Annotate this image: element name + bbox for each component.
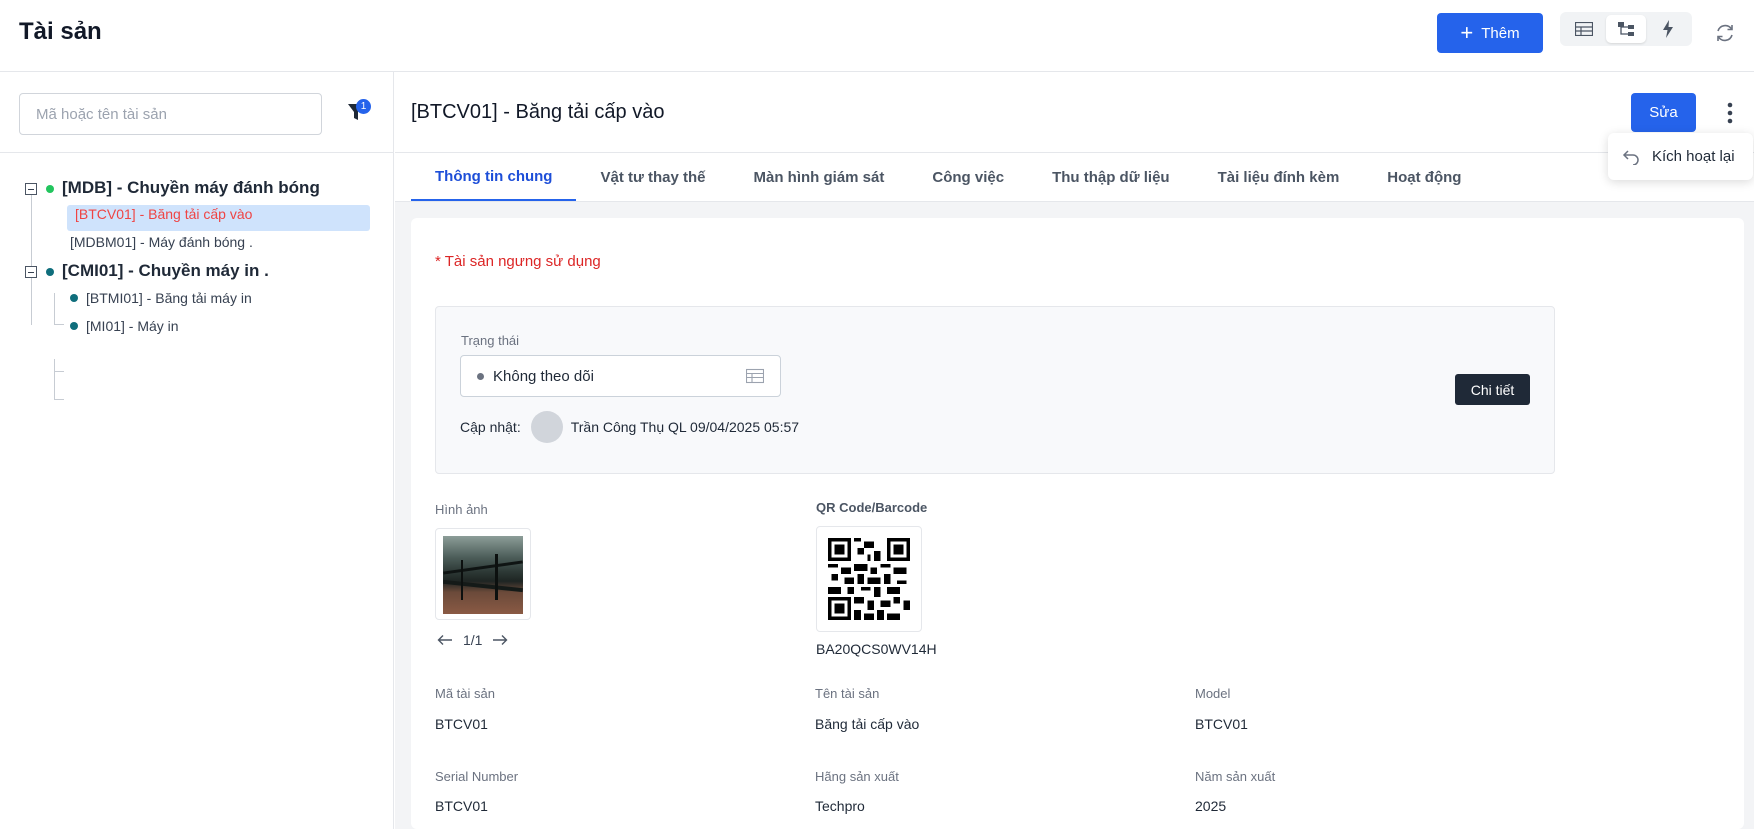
tree-line	[54, 324, 64, 325]
pager-text: 1/1	[463, 632, 483, 648]
status-panel: Trạng thái Không theo dõi Cập nhật: Trần…	[435, 306, 1555, 474]
more-vertical-icon[interactable]	[1727, 102, 1733, 124]
tree-node-mdb[interactable]: [MDB] - Chuyền máy đánh bóng	[62, 178, 320, 198]
search-input[interactable]	[36, 105, 305, 123]
tab-spare-parts[interactable]: Vật tư thay thế	[576, 154, 729, 201]
search-box	[19, 93, 322, 135]
field-label-asset-name: Tên tài sản	[815, 686, 880, 701]
tree-node-mdbm01[interactable]: [MDBM01] - Máy đánh bóng .	[70, 234, 253, 250]
arrow-left-icon[interactable]	[437, 634, 453, 646]
tab-monitoring[interactable]: Màn hình giám sát	[730, 154, 909, 201]
field-value-serial: BTCV01	[435, 798, 488, 814]
tree-line	[54, 293, 55, 325]
tab-data-collection[interactable]: Thu thập dữ liệu	[1028, 154, 1194, 201]
table-icon	[1575, 22, 1593, 36]
tab-attachments[interactable]: Tài liệu đính kèm	[1194, 154, 1364, 201]
table-icon	[746, 368, 764, 384]
status-dot	[477, 372, 484, 380]
status-dot	[70, 322, 78, 330]
status-label: Trạng thái	[461, 333, 520, 348]
asset-title: [BTCV01] - Băng tải cấp vào	[411, 101, 665, 123]
refresh-icon[interactable]	[1714, 22, 1736, 44]
reactivate-menu-item[interactable]: Kích hoạt lại	[1652, 148, 1735, 165]
plus-icon: +	[1460, 20, 1474, 45]
divider	[0, 152, 394, 153]
field-value-manufacturer: Techpro	[815, 798, 865, 814]
field-value-year: 2025	[1195, 798, 1227, 814]
tree-line	[31, 183, 32, 325]
updated-value: Trần Công Thụ QL 09/04/2025 05:57	[570, 419, 800, 435]
view-mode-switcher	[1560, 12, 1692, 46]
field-label-year: Năm sản xuất	[1195, 769, 1276, 784]
tree-view-button[interactable]	[1606, 15, 1646, 43]
status-dot	[46, 268, 54, 276]
tab-work[interactable]: Công việc	[908, 154, 1028, 201]
status-detail-button[interactable]: Chi tiết	[1455, 374, 1530, 405]
table-view-button[interactable]	[1564, 15, 1604, 43]
edit-button[interactable]: Sửa	[1631, 93, 1696, 132]
qr-label: QR Code/Barcode	[816, 500, 928, 515]
tree-line	[54, 359, 55, 399]
page-title: Tài sản	[19, 18, 102, 45]
updated-label: Cập nhật:	[460, 419, 521, 435]
detail-header: [BTCV01] - Băng tải cấp vào Sửa	[395, 72, 1754, 153]
status-dot	[70, 294, 78, 302]
tree-collapse-toggle[interactable]	[25, 266, 37, 278]
tree-collapse-toggle[interactable]	[25, 183, 37, 195]
qr-code-icon	[828, 538, 910, 620]
tree-icon	[1618, 22, 1634, 36]
undo-icon	[1622, 149, 1639, 165]
field-label-manufacturer: Hãng sản xuất	[815, 769, 899, 784]
image-label: Hình ảnh	[435, 502, 488, 517]
quick-view-button[interactable]	[1648, 15, 1688, 43]
add-button[interactable]: + Thêm	[1437, 13, 1543, 53]
tree-line	[54, 399, 64, 400]
asset-photo	[443, 536, 523, 614]
inactive-warning: * Tài sản ngưng sử dụng	[435, 253, 601, 270]
field-value-asset-name: Băng tải cấp vào	[815, 716, 920, 732]
asset-tree-panel: 1 [MDB] - Chuyền máy đánh bóng [BTCV01] …	[0, 72, 394, 829]
avatar	[530, 411, 563, 443]
tree-node-mi01[interactable]: [MI01] - Máy in	[86, 318, 179, 334]
tree-line	[54, 371, 64, 372]
more-menu: Kích hoạt lại	[1608, 133, 1753, 180]
arrow-right-icon[interactable]	[492, 634, 508, 646]
tree-node-btmi01[interactable]: [BTMI01] - Băng tải máy in	[86, 290, 252, 306]
field-value-model: BTCV01	[1195, 716, 1248, 732]
barcode-value: BA20QCS0WV14H	[816, 641, 937, 657]
image-pager: 1/1	[437, 632, 508, 648]
tab-general[interactable]: Thông tin chung	[411, 154, 577, 201]
updated-info: Cập nhật: Trần Công Thụ QL 09/04/2025 05…	[460, 411, 799, 443]
status-value: Không theo dõi	[493, 367, 594, 385]
field-value-asset-code: BTCV01	[435, 716, 488, 732]
qr-code-image[interactable]	[816, 526, 922, 632]
status-select[interactable]: Không theo dõi	[460, 355, 781, 397]
tab-activity[interactable]: Hoạt động	[1363, 154, 1485, 201]
filter-badge: 1	[356, 99, 371, 114]
tree-node-cmi01[interactable]: [CMI01] - Chuyền máy in .	[62, 261, 269, 281]
add-button-label: Thêm	[1481, 24, 1520, 42]
tree-node-btcv01[interactable]: [BTCV01] - Băng tải cấp vào	[75, 206, 252, 222]
field-label-serial: Serial Number	[435, 769, 519, 784]
status-dot	[46, 185, 54, 193]
detail-tabs: Thông tin chung Vật tư thay thế Màn hình…	[411, 154, 1485, 201]
lightning-icon	[1663, 20, 1673, 38]
field-label-asset-code: Mã tài sản	[435, 686, 495, 701]
top-bar: Tài sản + Thêm	[0, 0, 1754, 72]
field-label-model: Model	[1195, 686, 1231, 701]
asset-image[interactable]	[435, 528, 531, 620]
